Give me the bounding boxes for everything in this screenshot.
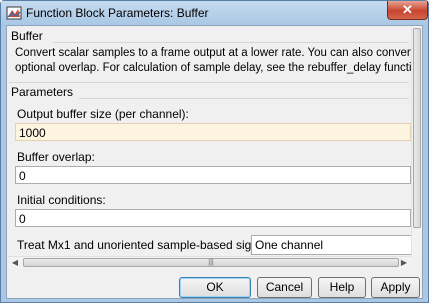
- scroll-left-arrow-icon[interactable]: ◀: [8, 257, 22, 268]
- parameters-group-title: Parameters: [11, 85, 74, 99]
- buffer-overlap-field[interactable]: 0: [15, 166, 411, 184]
- help-button[interactable]: Help: [318, 277, 366, 298]
- block-description: Convert scalar samples to a frame output…: [15, 46, 411, 76]
- simulink-block-icon: [6, 6, 22, 20]
- group-divider: [53, 42, 409, 43]
- ok-button[interactable]: OK: [179, 277, 251, 298]
- parameters-scroll-area: Buffer Convert scalar samples to a frame…: [7, 26, 411, 256]
- window-title: Function Block Parameters: Buffer: [26, 6, 209, 20]
- close-icon: ✕: [402, 2, 413, 17]
- block-group-title: Buffer: [11, 29, 43, 43]
- group-divider: [9, 82, 409, 83]
- title-bar[interactable]: Function Block Parameters: Buffer ✕: [1, 1, 428, 25]
- group-divider: [79, 98, 409, 99]
- horizontal-scrollbar[interactable]: ◀ ||| ▶: [7, 256, 411, 268]
- apply-button[interactable]: Apply: [371, 277, 420, 298]
- buffer-overlap-label: Buffer overlap:: [17, 150, 95, 164]
- treat-mx1-dropdown[interactable]: One channel: [251, 235, 411, 255]
- description-line-2: optional overlap. For calculation of sam…: [15, 62, 411, 74]
- dialog-window: Function Block Parameters: Buffer ✕ Buff…: [0, 0, 429, 303]
- output-buffer-size-field[interactable]: 1000: [15, 123, 411, 141]
- cancel-button[interactable]: Cancel: [257, 277, 312, 298]
- initial-conditions-label: Initial conditions:: [17, 193, 106, 207]
- scroll-right-arrow-icon[interactable]: ▶: [397, 257, 411, 268]
- treat-mx1-row: Treat Mx1 and unoriented sample-based si…: [15, 235, 411, 255]
- output-buffer-size-label: Output buffer size (per channel):: [17, 107, 189, 121]
- vertical-scroll-thumb[interactable]: [413, 28, 421, 228]
- description-line-1: Convert scalar samples to a frame output…: [15, 47, 411, 59]
- scrollbar-corner: [411, 256, 422, 268]
- grip-icon: |||: [208, 259, 214, 266]
- close-button[interactable]: ✕: [387, 1, 428, 20]
- dialog-client-area: Buffer Convert scalar samples to a frame…: [6, 25, 423, 299]
- initial-conditions-field[interactable]: 0: [15, 209, 411, 227]
- horizontal-scroll-thumb[interactable]: |||: [23, 258, 399, 267]
- vertical-scrollbar[interactable]: [411, 26, 422, 256]
